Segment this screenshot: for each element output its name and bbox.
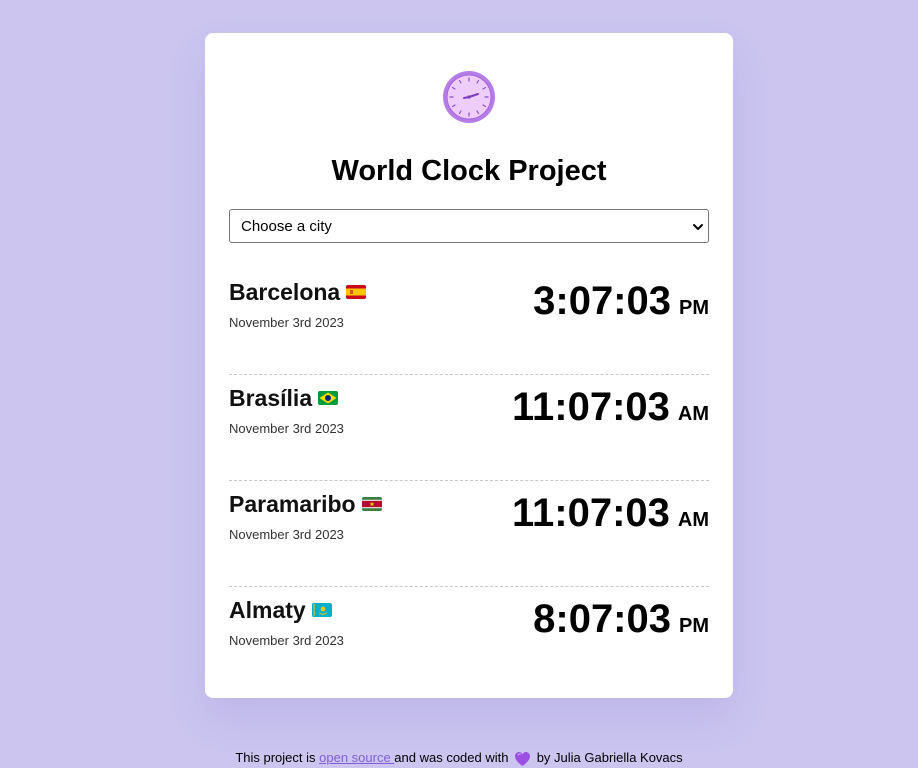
city-name-label: Barcelona	[229, 279, 341, 305]
am-pm-label: AM	[677, 509, 709, 531]
open-source-link[interactable]: open source	[319, 750, 394, 765]
footer-middle: and was coded with	[394, 750, 513, 765]
city-time: 11:07:03 AM	[512, 489, 709, 537]
time-value: 3:07:03	[533, 279, 671, 323]
time-value: 11:07:03	[511, 491, 670, 535]
purple-heart-icon	[515, 751, 531, 766]
spain-flag-icon	[346, 284, 367, 299]
city-date: November 3rd 2023	[229, 633, 344, 648]
city-name: Almaty	[229, 595, 332, 625]
city-row-brasilia: Brasília November 3rd 2023 11:07:03 AM	[229, 375, 709, 481]
chevron-down-icon	[693, 224, 703, 230]
time-value: 8:07:03	[533, 597, 671, 641]
am-pm-label: AM	[677, 403, 709, 425]
footer-suffix: by Julia Gabriella Kovacs	[533, 750, 683, 765]
city-date: November 3rd 2023	[229, 421, 344, 436]
city-name: Paramaribo	[229, 489, 382, 519]
city-name: Brasília	[229, 383, 339, 413]
city-name-label: Almaty	[229, 597, 306, 623]
city-row-paramaribo: Paramaribo November 3rd 2023 11:07:03 AM	[229, 481, 709, 587]
brazil-flag-icon	[318, 390, 339, 405]
am-pm-label: PM	[679, 297, 709, 319]
city-select[interactable]: Choose a city	[229, 209, 709, 243]
city-time: 3:07:03 PM	[533, 277, 709, 325]
city-date: November 3rd 2023	[229, 315, 344, 330]
time-value: 11:07:03	[511, 385, 670, 429]
city-select-value: Choose a city	[241, 218, 332, 235]
city-time: 11:07:03 AM	[512, 383, 709, 431]
kazakhstan-flag-icon	[311, 602, 332, 617]
suriname-flag-icon	[361, 496, 382, 511]
city-date: November 3rd 2023	[229, 527, 344, 542]
city-row-almaty: Almaty November 3rd 2023 8:07:03 PM	[229, 587, 709, 693]
footer-prefix: This project is	[235, 750, 320, 765]
clock-card: World Clock Project Choose a city Barcel…	[205, 33, 733, 698]
clock-icon	[443, 71, 495, 123]
city-name: Barcelona	[229, 277, 367, 307]
page-title: World Clock Project	[331, 155, 607, 187]
city-time: 8:07:03 PM	[533, 595, 709, 643]
am-pm-label: PM	[679, 615, 709, 637]
footer: This project is open source and was code…	[0, 748, 918, 768]
city-name-label: Brasília	[229, 385, 313, 411]
city-row-barcelona: Barcelona November 3rd 2023 3:07:03 PM	[229, 269, 709, 375]
city-name-label: Paramaribo	[229, 491, 356, 517]
